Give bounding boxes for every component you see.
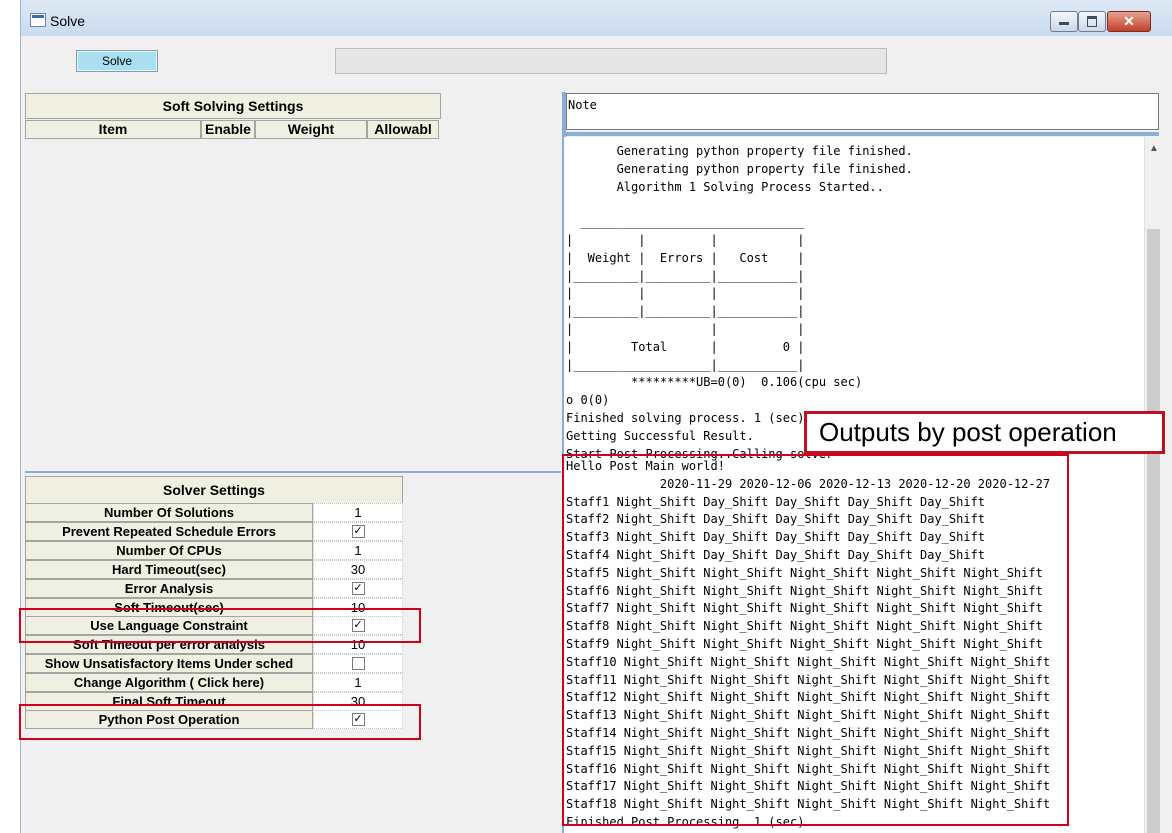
setting-checkbox-cell[interactable]	[313, 654, 403, 673]
close-button[interactable]: ✕	[1107, 11, 1151, 32]
solver-settings-title: Solver Settings	[25, 476, 403, 504]
app-icon	[30, 13, 46, 27]
setting-label: Number Of CPUs	[25, 541, 313, 560]
setting-label: Show Unsatisfactory Items Under sched	[25, 654, 313, 673]
setting-checkbox-cell[interactable]: ✓	[313, 579, 403, 598]
setting-label: Error Analysis	[25, 579, 313, 598]
column-header-item[interactable]: Item	[25, 120, 201, 139]
setting-value[interactable]: 1	[313, 673, 403, 692]
window-title: Solve	[50, 13, 86, 29]
setting-checkbox[interactable]: ✓	[351, 582, 365, 596]
title-bar: Solve ✕	[21, 0, 1172, 36]
note-field[interactable]: Note	[566, 93, 1159, 130]
setting-value[interactable]: 1	[313, 541, 403, 560]
note-splitter[interactable]	[566, 132, 1159, 136]
post-output-highlight	[562, 454, 1069, 826]
column-header-weight[interactable]: Weight	[255, 120, 367, 139]
setting-label: Change Algorithm ( Click here)	[25, 673, 313, 692]
annotation-callout: Outputs by post operation	[804, 411, 1165, 454]
setting-label: Prevent Repeated Schedule Errors	[25, 522, 313, 541]
solve-window: Solve ✕ Solve Soft Solving Settings Item…	[19, 0, 1172, 833]
minimize-button[interactable]	[1050, 11, 1078, 32]
soft-solving-title: Soft Solving Settings	[25, 93, 441, 119]
setting-checkbox[interactable]	[351, 657, 365, 671]
pane-splitter[interactable]	[25, 471, 561, 473]
maximize-button[interactable]	[1078, 11, 1106, 32]
setting-value[interactable]: 1	[313, 503, 403, 522]
setting-label: Number Of Solutions	[25, 503, 313, 522]
log-scrollbar[interactable]: ▲	[1144, 137, 1162, 833]
highlight-python-post-operation	[19, 704, 421, 740]
close-icon: ✕	[1123, 13, 1135, 29]
solve-button[interactable]: Solve	[76, 50, 158, 72]
setting-checkbox[interactable]: ✓	[351, 525, 365, 539]
column-header-enable[interactable]: Enable	[201, 120, 255, 139]
setting-checkbox-cell[interactable]: ✓	[313, 522, 403, 541]
scrollbar-thumb[interactable]	[1147, 229, 1160, 833]
scroll-up-icon[interactable]: ▲	[1149, 143, 1159, 154]
column-header-allowable[interactable]: Allowabl	[367, 120, 439, 139]
setting-label: Hard Timeout(sec)	[25, 560, 313, 579]
progress-bar	[335, 48, 887, 74]
setting-value[interactable]: 30	[313, 560, 403, 579]
highlight-language-constraint	[19, 608, 421, 643]
